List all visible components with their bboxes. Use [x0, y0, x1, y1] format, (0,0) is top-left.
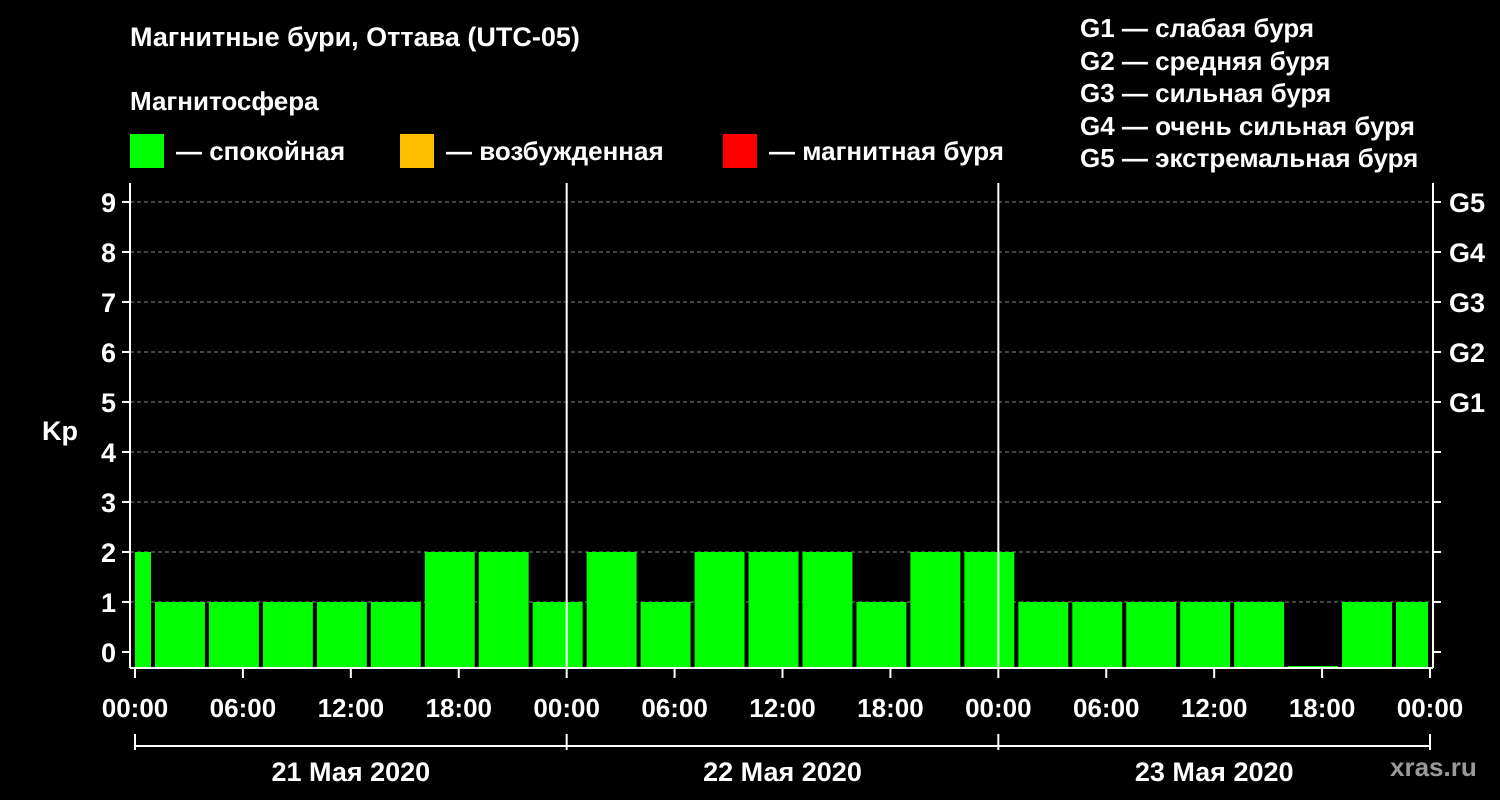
x-tick-label-8: 00:00 — [965, 693, 1032, 723]
x-tick-label-0: 00:00 — [102, 693, 169, 723]
y-tick-label-6: 6 — [101, 338, 116, 368]
bar-6 — [424, 552, 475, 668]
y-axis-label: Kp — [42, 416, 78, 446]
x-tick-label-10: 12:00 — [1181, 693, 1248, 723]
x-tick-label-5: 06:00 — [641, 693, 708, 723]
y-tick-label-0: 0 — [101, 638, 116, 668]
day-label-2: 23 Мая 2020 — [1135, 757, 1294, 787]
bar-0 — [135, 552, 151, 668]
y-tick-label-2: 2 — [101, 538, 116, 568]
bar-23 — [1342, 602, 1393, 668]
x-tick-label-2: 12:00 — [318, 693, 385, 723]
bar-12 — [748, 552, 799, 668]
bar-1 — [154, 602, 205, 668]
day-label-0: 21 Мая 2020 — [271, 757, 430, 787]
bar-3 — [262, 602, 313, 668]
bar-9 — [586, 552, 637, 668]
bar-24 — [1396, 602, 1428, 668]
y-tick-label-4: 4 — [101, 438, 116, 468]
g-level-label-g4: G4 — [1449, 238, 1485, 268]
bar-5 — [370, 602, 421, 668]
x-tick-label-7: 18:00 — [857, 693, 924, 723]
y-tick-label-9: 9 — [101, 188, 116, 218]
g-level-label-g5: G5 — [1449, 188, 1485, 218]
y-tick-label-3: 3 — [101, 488, 116, 518]
x-tick-label-3: 18:00 — [426, 693, 493, 723]
x-tick-label-12: 00:00 — [1397, 693, 1464, 723]
bar-16 — [964, 552, 1015, 668]
bar-11 — [694, 552, 745, 668]
x-tick-label-9: 06:00 — [1073, 693, 1140, 723]
g-level-label-g1: G1 — [1449, 388, 1485, 418]
bar-4 — [316, 602, 367, 668]
bar-2 — [208, 602, 259, 668]
bar-17 — [1018, 602, 1069, 668]
watermark: xras.ru — [1390, 752, 1477, 782]
y-tick-label-1: 1 — [101, 588, 116, 618]
x-tick-label-1: 06:00 — [210, 693, 277, 723]
y-tick-label-7: 7 — [101, 288, 116, 318]
bar-20 — [1180, 602, 1231, 668]
bar-8 — [532, 602, 583, 668]
g-level-label-g2: G2 — [1449, 338, 1485, 368]
bar-21 — [1234, 602, 1285, 668]
bar-7 — [478, 552, 529, 668]
day-label-1: 22 Мая 2020 — [703, 757, 862, 787]
bar-18 — [1072, 602, 1123, 668]
bar-10 — [640, 602, 691, 668]
y-tick-label-5: 5 — [101, 388, 116, 418]
x-tick-label-11: 18:00 — [1289, 693, 1356, 723]
bar-14 — [856, 602, 907, 668]
x-tick-label-4: 00:00 — [533, 693, 600, 723]
g-level-label-g3: G3 — [1449, 288, 1485, 318]
y-tick-label-8: 8 — [101, 238, 116, 268]
bar-15 — [910, 552, 961, 668]
bar-13 — [802, 552, 853, 668]
kp-bar-chart: 0 1 2 3 4 5 6 7 8 9 G1 G2 G3 G4 G5 Kp 00:00 06:00 12:00 18:… — [42, 183, 1485, 787]
bar-19 — [1126, 602, 1177, 668]
x-tick-label-6: 12:00 — [749, 693, 816, 723]
